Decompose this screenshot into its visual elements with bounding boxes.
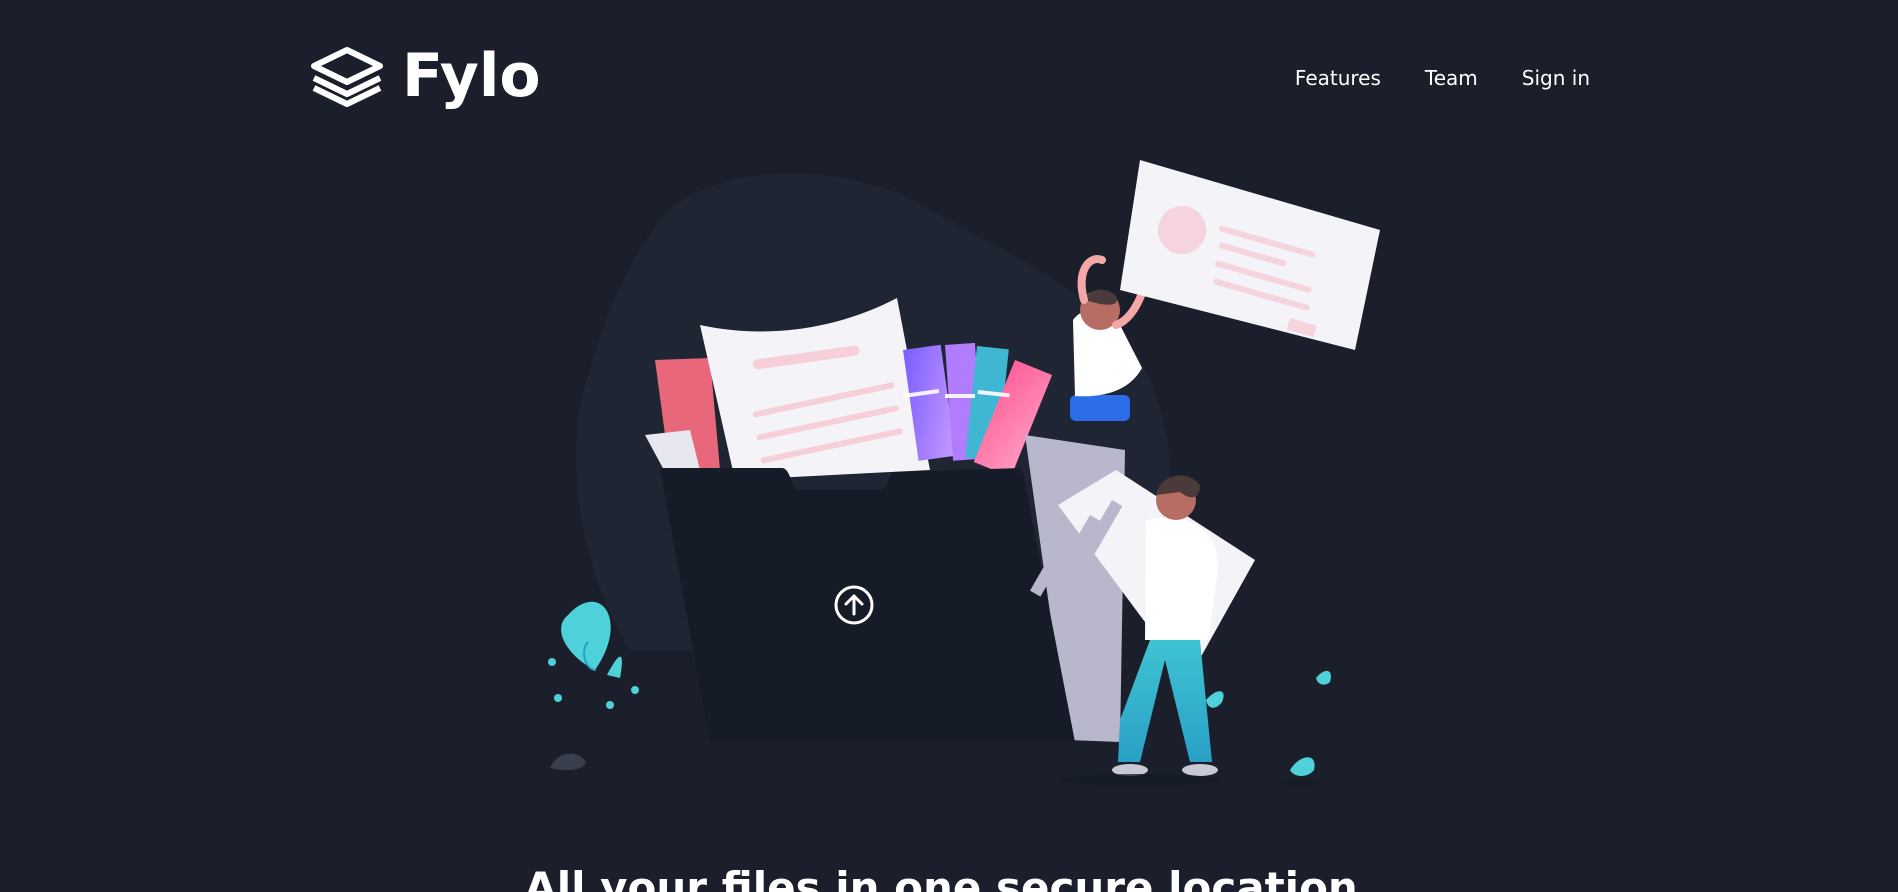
hero-headline: All your files in one secure location,: [524, 863, 1374, 892]
nav-item-sign-in[interactable]: Sign in: [1522, 66, 1590, 90]
logo-link[interactable]: Fylo: [308, 44, 541, 108]
hero-illustration: [548, 160, 1380, 786]
card-held: [1120, 160, 1380, 350]
nav-item-features[interactable]: Features: [1295, 66, 1381, 90]
stacked-layers-icon: [311, 47, 383, 107]
brand-name: Fylo: [402, 41, 541, 111]
nav-item-team[interactable]: Team: [1425, 66, 1478, 90]
main-nav: Features Team Sign in: [1295, 66, 1590, 90]
folder: [660, 435, 1125, 742]
leaves-right: [1206, 670, 1331, 786]
page: Fylo Features Team Sign in All your file…: [0, 0, 1898, 892]
site-header: Fylo Features Team Sign in: [308, 40, 1590, 120]
